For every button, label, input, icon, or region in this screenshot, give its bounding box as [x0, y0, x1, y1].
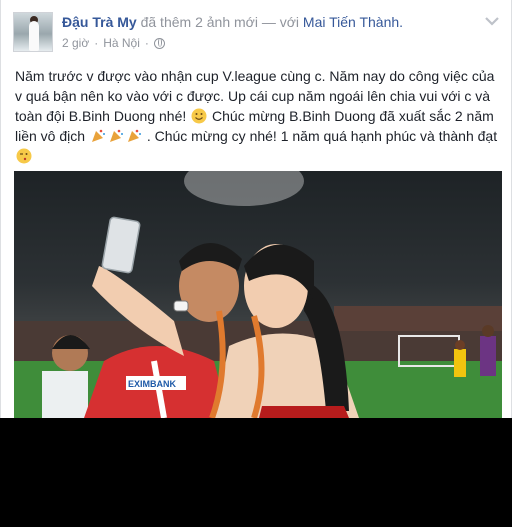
- post-title-line: Đậu Trà My đã thêm 2 ảnh mới — với Mai T…: [62, 14, 403, 30]
- tagged-friend[interactable]: Mai Tiến Thành.: [303, 14, 403, 30]
- post-meta: 2 giờ · Hà Nội ·: [62, 36, 165, 50]
- with-separator: — với: [261, 14, 300, 30]
- author-name[interactable]: Đậu Trà My: [62, 14, 137, 30]
- party-popper-icon: [109, 129, 123, 142]
- globe-icon[interactable]: [153, 37, 165, 49]
- post-photo[interactable]: EXIMBANK: [14, 171, 502, 418]
- post-card: Đậu Trà My đã thêm 2 ảnh mới — với Mai T…: [0, 0, 512, 418]
- message-part-3: . Chúc mừng cy nhé! 1 năm quá hạnh phúc …: [146, 128, 498, 144]
- author-avatar[interactable]: [13, 12, 53, 52]
- post-header: Đậu Trà My đã thêm 2 ảnh mới — với Mai T…: [13, 10, 499, 56]
- smile-emoji-icon: [191, 108, 207, 124]
- post-message: Năm trước v được vào nhận cup V.league c…: [15, 66, 501, 166]
- post-location[interactable]: Hà Nội: [103, 36, 140, 50]
- meta-dot: ·: [94, 36, 99, 50]
- party-popper-icon: [127, 129, 141, 142]
- avatar-figure: [29, 21, 39, 51]
- post-action: đã thêm 2 ảnh mới: [140, 14, 258, 30]
- post-timestamp[interactable]: 2 giờ: [62, 36, 89, 50]
- sponsor-text: EXIMBANK: [128, 379, 177, 389]
- meta-dot: ·: [144, 36, 149, 50]
- wink-kiss-emoji-icon: [16, 148, 32, 164]
- photo-scene: EXIMBANK: [14, 171, 502, 418]
- party-popper-icon: [91, 129, 105, 142]
- chevron-down-icon[interactable]: [485, 16, 499, 26]
